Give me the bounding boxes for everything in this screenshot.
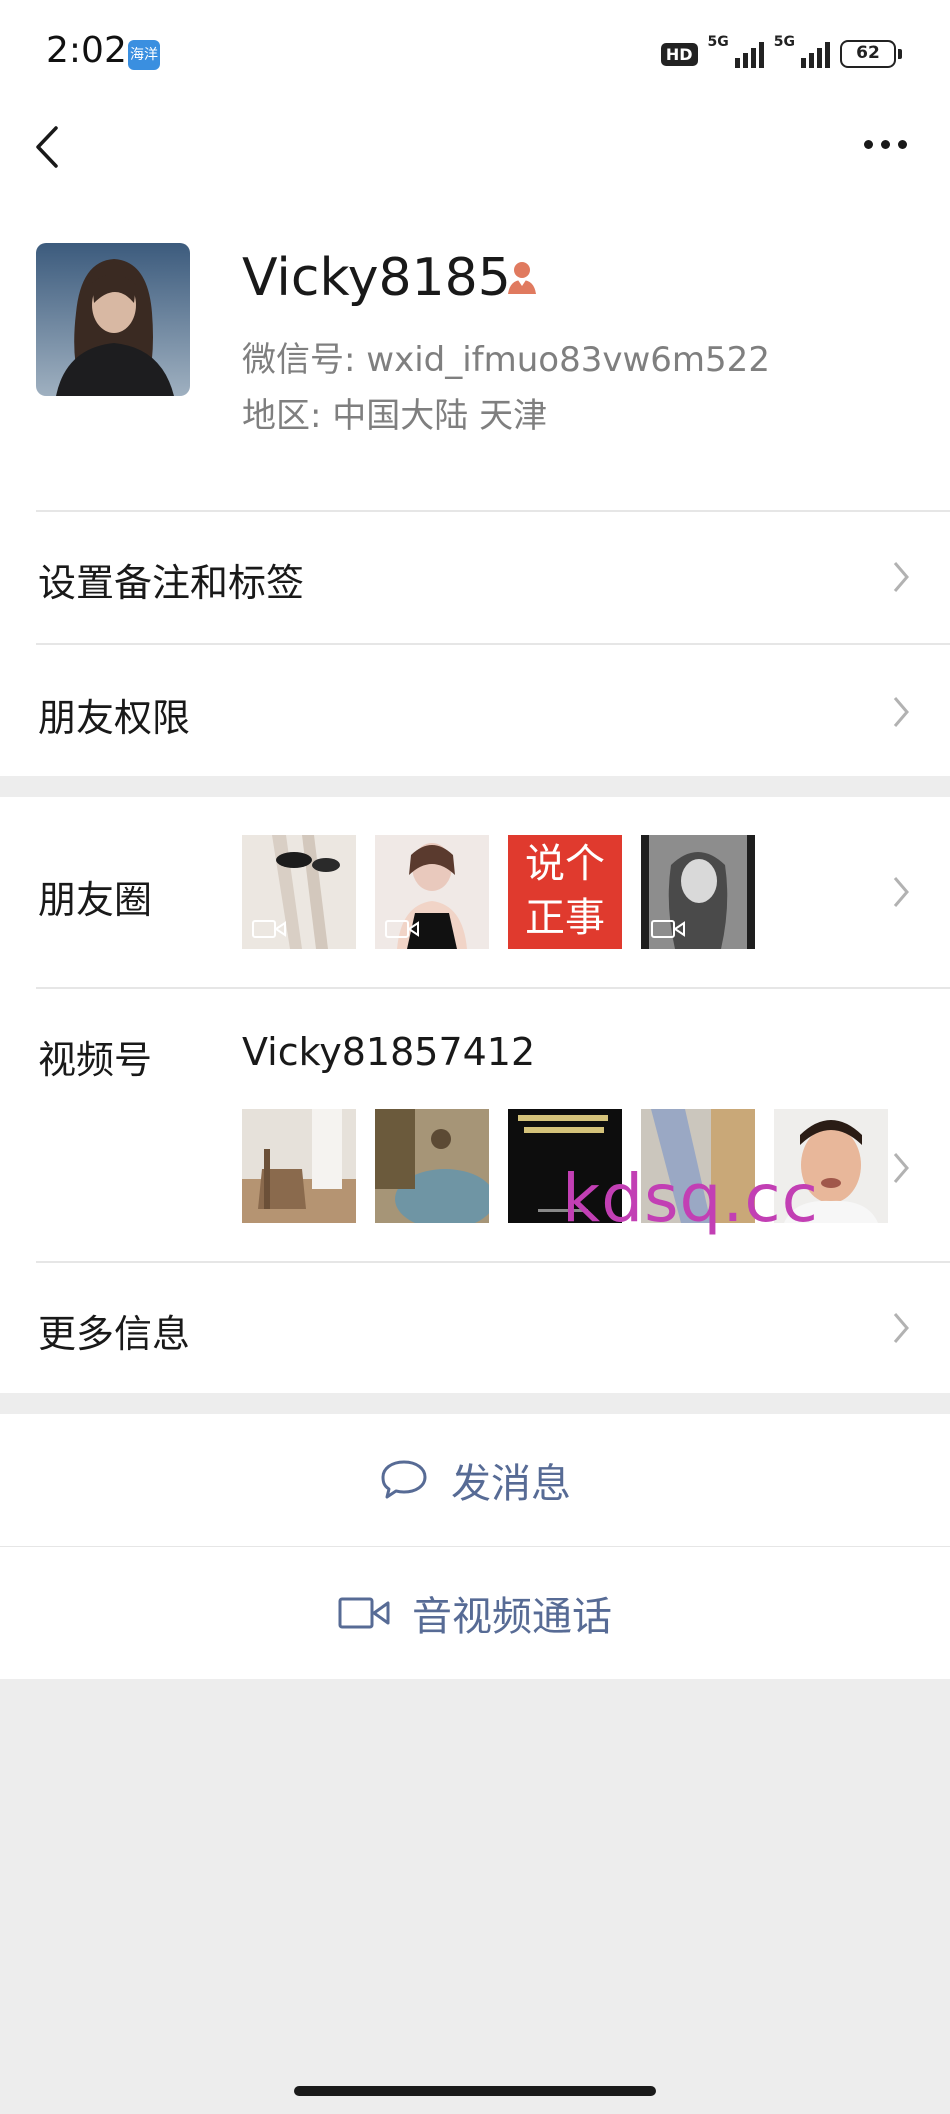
status-indicators: HD 5G 5G 62 [660, 34, 902, 74]
status-bar: 2:02 海洋 HD 5G 5G 62 [0, 0, 950, 100]
moment-thumb-3-line1: 说个 [525, 841, 605, 887]
wechat-id-value: wxid_ifmuo83vw6m522 [366, 340, 770, 380]
moment-thumb-4[interactable] [641, 835, 755, 949]
wechat-id-label: 微信号: [242, 340, 367, 380]
moment-thumb-1[interactable] [242, 835, 356, 949]
remark-label: 设置备注和标签 [38, 561, 305, 605]
video-call-button[interactable]: 音视频通话 [0, 1547, 950, 1679]
region: 地区: 中国大陆 天津 [242, 388, 547, 437]
home-indicator[interactable] [294, 2086, 656, 2096]
chevron-right-icon [893, 1153, 909, 1183]
video-camera-icon [385, 920, 419, 938]
more-info-row[interactable]: 更多信息 [0, 1263, 950, 1393]
moment-thumb-2[interactable] [375, 835, 489, 949]
female-person-icon [502, 258, 542, 298]
channel-thumb-2[interactable] [375, 1109, 489, 1223]
moment-thumb-3-line2: 正事 [525, 895, 605, 941]
video-call-label: 音视频通话 [412, 1594, 612, 1640]
app-notification-icon: 海洋 [128, 40, 160, 70]
chat-bubble-icon [381, 1460, 427, 1499]
region-label: 地区: [242, 396, 333, 436]
chevron-right-icon [893, 562, 909, 592]
region-value: 中国大陆 天津 [332, 396, 548, 436]
chevron-right-icon [893, 1313, 909, 1343]
remark-row[interactable]: 设置备注和标签 [0, 512, 950, 642]
moments-label: 朋友圈 [38, 878, 153, 922]
send-message-label: 发消息 [451, 1461, 571, 1507]
channel-name: Vicky81857412 [242, 1030, 536, 1074]
permissions-row[interactable]: 朋友权限 [0, 645, 950, 775]
network-type-2: 5G [773, 34, 795, 50]
profile-name: Vicky8185 [242, 248, 511, 308]
channels-label: 视频号 [38, 1038, 153, 1082]
avatar[interactable] [36, 243, 190, 396]
signal-strength-icon-2 [801, 40, 830, 68]
network-type-1: 5G [707, 34, 729, 50]
watermark-text: kdsq.cc [562, 1160, 819, 1237]
status-time: 2:02 [46, 30, 127, 71]
chevron-right-icon [893, 697, 909, 727]
more-dots-icon[interactable] [860, 134, 910, 154]
send-message-button[interactable]: 发消息 [0, 1414, 950, 1546]
video-camera-icon [252, 920, 286, 938]
more-info-label: 更多信息 [38, 1312, 191, 1356]
chevron-right-icon [893, 877, 909, 907]
back-chevron-icon[interactable] [30, 122, 70, 172]
hd-voice-icon: HD [660, 42, 698, 66]
permissions-label: 朋友权限 [38, 696, 191, 740]
wechat-id: 微信号: wxid_ifmuo83vw6m522 [242, 332, 770, 381]
battery-icon: 62 [840, 40, 902, 68]
moment-thumb-3[interactable]: 说个 正事 [508, 835, 622, 949]
video-camera-icon [338, 1597, 390, 1629]
signal-strength-icon-1 [734, 40, 764, 68]
channel-thumb-1[interactable] [242, 1109, 356, 1223]
video-camera-icon [651, 920, 685, 938]
